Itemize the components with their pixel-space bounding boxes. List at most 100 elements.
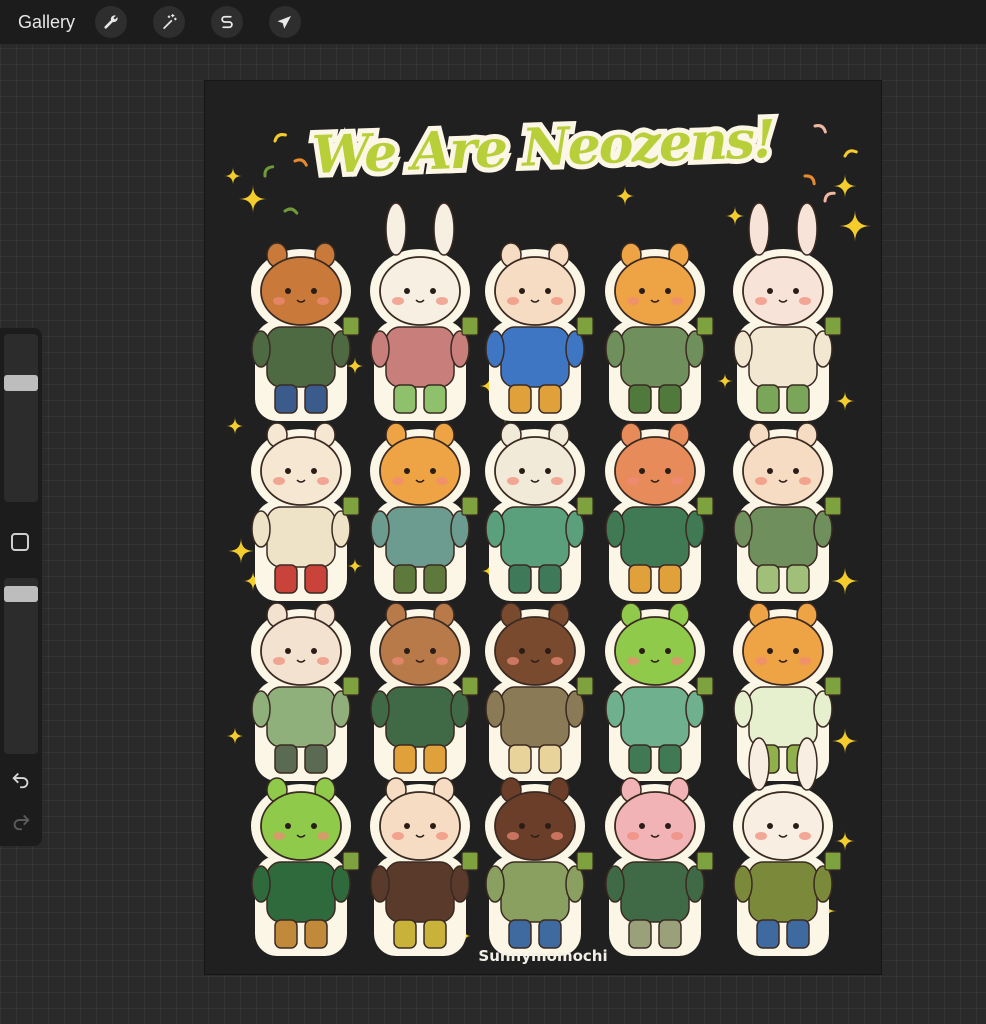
character-arm bbox=[450, 330, 470, 368]
character-blush bbox=[273, 297, 285, 305]
character-eye bbox=[767, 648, 773, 654]
character-leg bbox=[538, 564, 562, 594]
character-eye bbox=[639, 468, 645, 474]
character-sticker-frog bbox=[605, 602, 714, 781]
character-outfit bbox=[748, 506, 818, 568]
lightstick bbox=[696, 496, 714, 516]
lightstick bbox=[824, 851, 842, 871]
character-blush bbox=[273, 657, 285, 665]
character-blush bbox=[317, 477, 329, 485]
brush-size-thumb[interactable] bbox=[4, 375, 38, 391]
character-arm bbox=[605, 690, 625, 728]
actions-button[interactable] bbox=[95, 6, 128, 38]
character-head bbox=[260, 791, 342, 861]
modify-square-icon[interactable] bbox=[11, 533, 29, 551]
character-eye bbox=[430, 288, 436, 294]
character-head bbox=[742, 256, 824, 326]
character-blush bbox=[507, 657, 519, 665]
character-leg bbox=[658, 384, 682, 414]
character-sticker-mouse bbox=[485, 422, 594, 601]
character-head bbox=[494, 616, 576, 686]
character-arm bbox=[251, 510, 271, 548]
character-leg bbox=[423, 919, 447, 949]
lightstick bbox=[696, 676, 714, 696]
character-eye bbox=[311, 823, 317, 829]
artwork-title: We Are Neozens! bbox=[311, 109, 775, 186]
character-leg bbox=[628, 744, 652, 774]
brush-size-slider[interactable] bbox=[4, 334, 38, 502]
character-blush bbox=[507, 297, 519, 305]
sparkle-star bbox=[833, 174, 857, 198]
lightstick bbox=[576, 676, 594, 696]
character-eye bbox=[545, 468, 551, 474]
wrench-icon bbox=[104, 15, 118, 29]
top-toolbar: Gallery bbox=[0, 0, 986, 44]
character-eye bbox=[665, 468, 671, 474]
lightstick bbox=[576, 496, 594, 516]
lightstick bbox=[342, 496, 360, 516]
redo-icon[interactable] bbox=[10, 810, 32, 832]
character-eye bbox=[285, 648, 291, 654]
character-leg bbox=[508, 564, 532, 594]
confetti-piece bbox=[813, 124, 827, 134]
character-outfit bbox=[266, 326, 336, 388]
lightstick bbox=[576, 851, 594, 871]
character-arm bbox=[813, 510, 833, 548]
character-blush bbox=[436, 477, 448, 485]
adjustments-button[interactable] bbox=[153, 6, 186, 38]
selection-button[interactable] bbox=[211, 6, 244, 38]
character-arm bbox=[370, 330, 390, 368]
lightstick bbox=[461, 316, 479, 336]
sparkle-star bbox=[835, 391, 855, 411]
character-blush bbox=[799, 832, 811, 840]
character-eye bbox=[665, 823, 671, 829]
character-leg bbox=[628, 564, 652, 594]
character-blush bbox=[671, 832, 683, 840]
confetti-piece bbox=[803, 174, 816, 186]
character-leg bbox=[393, 744, 417, 774]
opacity-slider[interactable] bbox=[4, 578, 38, 754]
character-arm bbox=[733, 865, 753, 903]
confetti-piece bbox=[843, 149, 858, 158]
character-leg bbox=[304, 384, 328, 414]
character-blush bbox=[551, 657, 563, 665]
character-blush bbox=[755, 657, 767, 665]
character-ear bbox=[748, 202, 770, 256]
lightstick bbox=[824, 316, 842, 336]
lightstick bbox=[461, 676, 479, 696]
lightstick bbox=[696, 851, 714, 871]
character-eye bbox=[519, 468, 525, 474]
character-leg bbox=[786, 384, 810, 414]
undo-icon[interactable] bbox=[10, 768, 32, 790]
character-outfit bbox=[620, 506, 690, 568]
character-blush bbox=[436, 297, 448, 305]
character-blush bbox=[436, 657, 448, 665]
character-leg bbox=[393, 919, 417, 949]
character-leg bbox=[274, 744, 298, 774]
character-head bbox=[742, 436, 824, 506]
character-leg bbox=[508, 384, 532, 414]
character-leg bbox=[393, 564, 417, 594]
character-blush bbox=[671, 297, 683, 305]
character-leg bbox=[786, 919, 810, 949]
gallery-button[interactable]: Gallery bbox=[18, 12, 75, 33]
character-arm bbox=[685, 330, 705, 368]
character-eye bbox=[639, 288, 645, 294]
character-arm bbox=[733, 510, 753, 548]
character-sticker-cat bbox=[251, 422, 360, 601]
character-eye bbox=[311, 468, 317, 474]
drawing-canvas[interactable]: We Are Neozens! Sunnymomochi bbox=[205, 81, 881, 974]
sparkle-star bbox=[347, 558, 363, 574]
transform-button[interactable] bbox=[269, 6, 302, 38]
confetti-piece bbox=[823, 191, 836, 203]
character-blush bbox=[799, 297, 811, 305]
character-arm bbox=[370, 510, 390, 548]
character-head bbox=[379, 791, 461, 861]
character-head bbox=[614, 256, 696, 326]
character-eye bbox=[665, 288, 671, 294]
character-outfit bbox=[500, 506, 570, 568]
character-eye bbox=[519, 823, 525, 829]
character-arm bbox=[450, 510, 470, 548]
character-head bbox=[742, 791, 824, 861]
opacity-thumb[interactable] bbox=[4, 586, 38, 602]
